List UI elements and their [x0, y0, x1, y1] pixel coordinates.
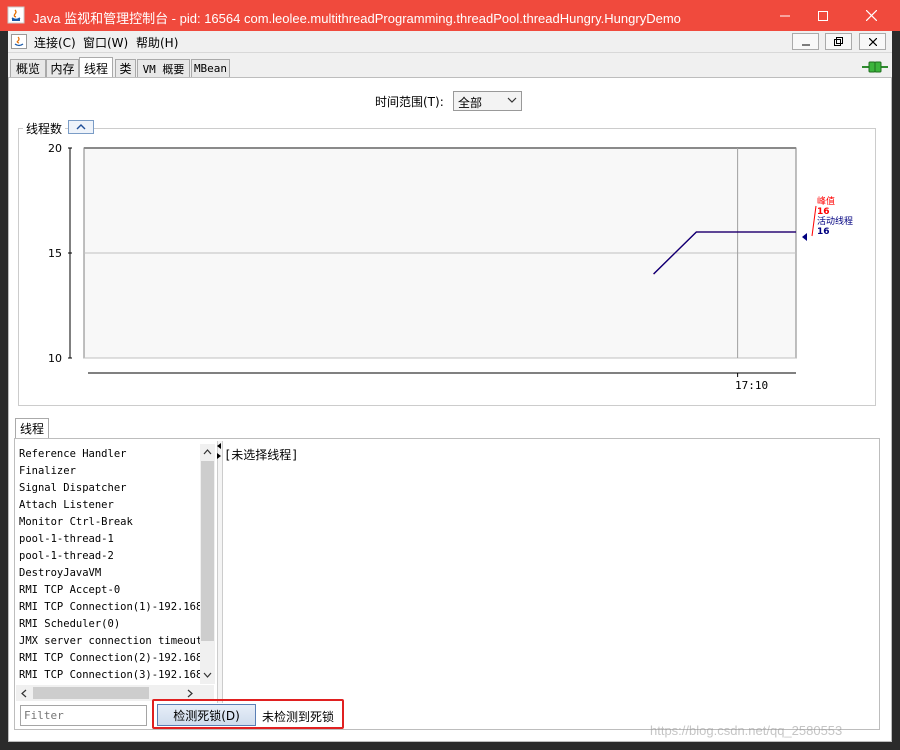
thread-list-item[interactable]: RMI TCP Connection(1)-192.168. — [19, 601, 209, 613]
time-range-select[interactable]: 全部 — [453, 91, 522, 111]
legend-pointer-peak — [811, 205, 817, 237]
y-tick-label: 10 — [48, 352, 62, 365]
tab-vm-summary[interactable]: VM 概要 — [137, 59, 190, 77]
thread-detail-text: [未选择线程] — [224, 448, 299, 462]
thread-count-chart: 10152017:10峰值16活动线程16 — [48, 142, 853, 392]
thread-list-item[interactable]: JMX server connection timeout — [19, 635, 202, 647]
restore-icon — [834, 37, 843, 46]
window-title: Java 监视和管理控制台 - pid: 16564 com.leolee.mu… — [33, 11, 681, 26]
time-range-value: 全部 — [458, 96, 483, 110]
thread-list-item[interactable]: RMI TCP Accept-0 — [19, 584, 120, 596]
minimize-icon — [780, 15, 790, 16]
tab-classes[interactable]: 类 — [115, 59, 136, 77]
tab-mbean[interactable]: MBean — [191, 59, 230, 77]
legend-label: 活动线程 — [817, 215, 853, 227]
watermark: https://blog.csdn.net/qq_2580553 — [650, 723, 843, 738]
chevron-up-icon — [76, 124, 86, 130]
bottom-border — [0, 742, 900, 750]
chevron-down-icon[interactable] — [203, 672, 212, 679]
java-icon — [7, 6, 25, 24]
chevron-right-icon[interactable] — [187, 689, 194, 698]
filter-input[interactable] — [20, 705, 147, 726]
collapse-button[interactable] — [68, 120, 94, 134]
scrollbar-thumb[interactable] — [33, 687, 149, 699]
thread-list-item[interactable]: RMI TCP Connection(2)-192.168. — [19, 652, 209, 664]
connection-status-icon — [862, 61, 888, 73]
jconsole-window: Java 监视和管理控制台 - pid: 16564 com.leolee.mu… — [0, 0, 900, 750]
chevron-up-icon[interactable] — [203, 448, 212, 455]
tab-threads[interactable]: 线程 — [79, 57, 113, 78]
thread-list-item[interactable]: pool-1-thread-1 — [19, 533, 114, 545]
thread-list-item[interactable]: Signal Dispatcher — [19, 482, 126, 494]
maximize-icon — [818, 10, 828, 21]
arrow-right-icon[interactable] — [217, 453, 222, 459]
left-border — [0, 31, 8, 750]
java-app-icon — [11, 34, 27, 49]
thread-list-item[interactable]: Attach Listener — [19, 499, 114, 511]
chevron-left-icon[interactable] — [20, 689, 27, 698]
close-button[interactable] — [848, 0, 894, 31]
y-tick-label: 20 — [48, 142, 62, 155]
time-range-label: 时间范围(T): — [375, 95, 444, 109]
internal-close-button[interactable] — [859, 33, 886, 50]
menu-help[interactable]: 帮助(H) — [136, 34, 178, 51]
legend-label: 峰值 — [817, 195, 835, 207]
legend-value: 16 — [817, 227, 830, 237]
internal-restore-button[interactable] — [825, 33, 852, 50]
x-tick-label: 17:10 — [735, 379, 768, 392]
thread-list-item[interactable]: DestroyJavaVM — [19, 567, 101, 579]
y-tick-label: 15 — [48, 247, 62, 260]
close-icon — [868, 37, 877, 46]
menu-bar: 连接(C) 窗口(W) 帮助(H) — [8, 31, 892, 53]
internal-minimize-button[interactable] — [792, 33, 819, 50]
close-icon — [865, 10, 877, 21]
tab-thread-list[interactable]: 线程 — [15, 418, 49, 438]
right-border — [892, 31, 900, 750]
chevron-down-icon — [507, 94, 517, 109]
detect-deadlock-button[interactable]: 检测死锁(D) — [157, 704, 256, 726]
thread-list-item[interactable]: pool-1-thread-2 — [19, 550, 114, 562]
thread-list-item[interactable]: RMI TCP Connection(3)-192.168. — [19, 669, 209, 681]
tab-memory[interactable]: 内存 — [46, 59, 79, 77]
maximize-button[interactable] — [800, 0, 846, 31]
legend-value: 16 — [817, 207, 830, 217]
tab-overview[interactable]: 概览 — [10, 59, 46, 77]
title-bar[interactable]: Java 监视和管理控制台 - pid: 16564 com.leolee.mu… — [0, 0, 900, 31]
legend-pointer-live — [802, 233, 807, 241]
scrollbar-thumb[interactable] — [201, 461, 214, 641]
thread-list-item[interactable]: Reference Handler — [19, 448, 126, 460]
menu-connection[interactable]: 连接(C) — [34, 34, 76, 51]
thread-list-vertical-scrollbar[interactable] — [200, 444, 215, 684]
arrow-left-icon[interactable] — [217, 443, 222, 449]
thread-list[interactable]: Reference Handler Finalizer Signal Dispatc… — [16, 444, 216, 684]
split-pane-divider[interactable] — [217, 441, 223, 703]
deadlock-status-text: 未检测到死锁 — [262, 710, 335, 724]
thread-count-title: 线程数 — [23, 120, 66, 137]
minimize-icon — [801, 44, 810, 45]
menu-window[interactable]: 窗口(W) — [83, 34, 128, 51]
thread-list-item[interactable]: Monitor Ctrl-Break — [19, 516, 133, 528]
thread-list-item[interactable]: RMI Scheduler(0) — [19, 618, 120, 630]
thread-list-item[interactable]: Finalizer — [19, 465, 76, 477]
